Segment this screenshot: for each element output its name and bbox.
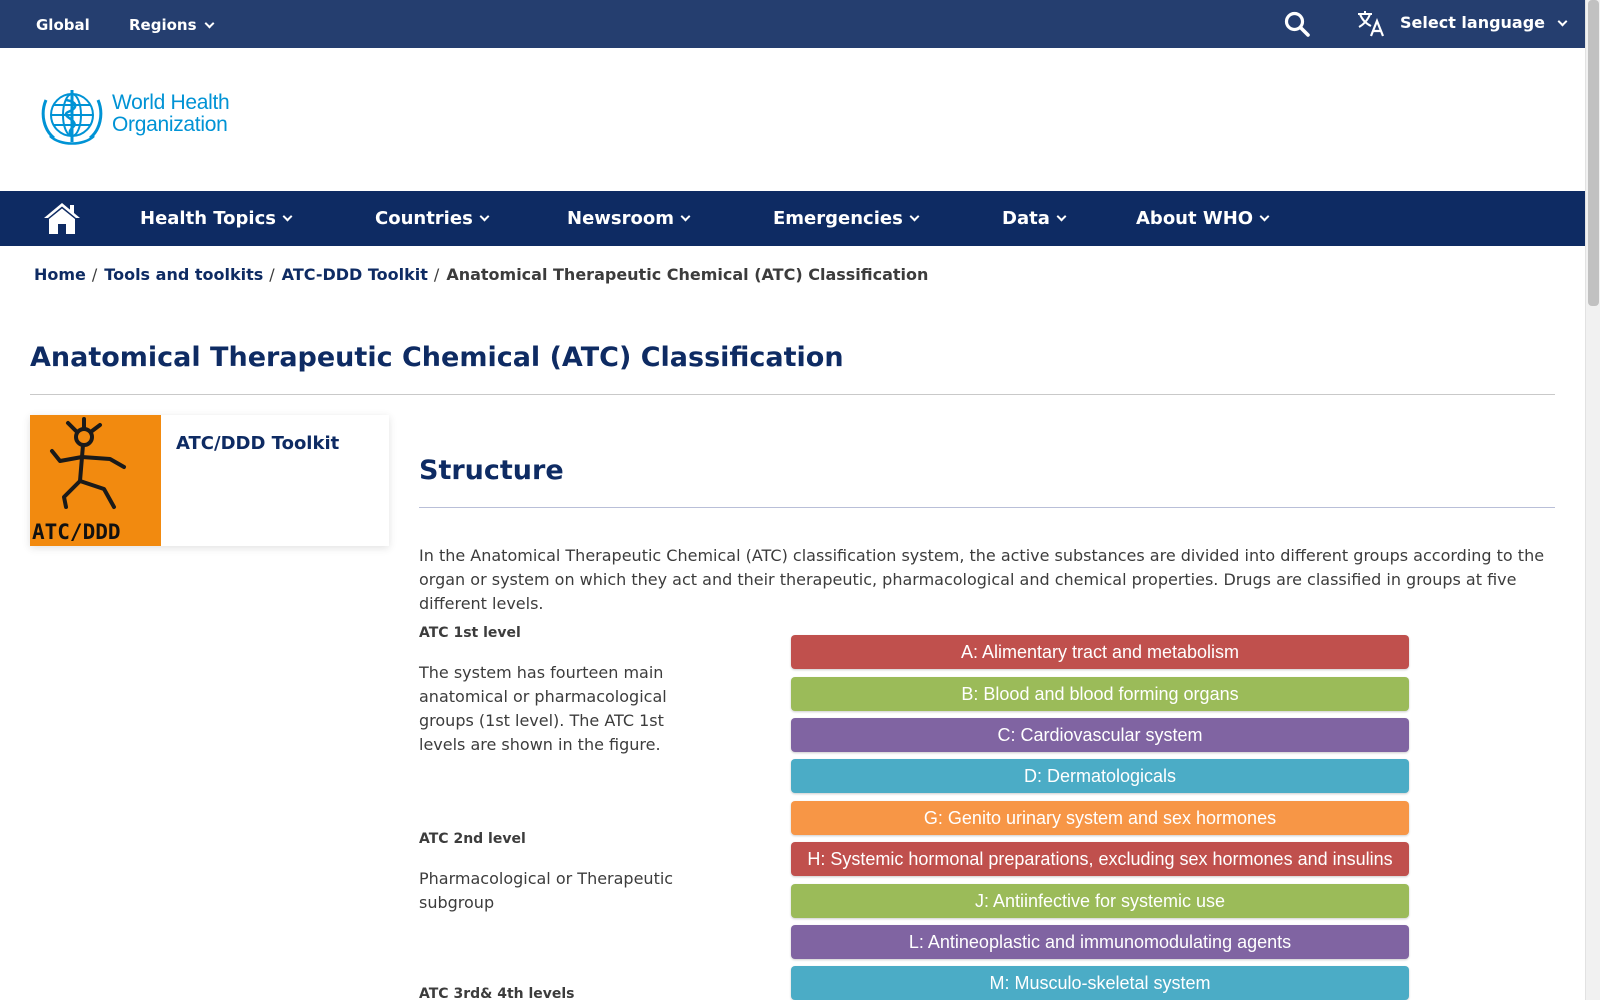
scrollbar-thumb[interactable]: [1588, 0, 1599, 306]
nav-label: Health Topics: [140, 208, 276, 229]
chevron-down-icon: [1056, 211, 1067, 222]
who-logo-text: World Health Organization: [112, 91, 230, 136]
nav-label: Countries: [375, 208, 473, 229]
breadcrumb: Home / Tools and toolkits / ATC-DDD Toolkit /…: [34, 265, 928, 284]
nav-label: Newsroom: [567, 208, 674, 229]
atc-group-bar: A: Alimentary tract and metabolism: [791, 635, 1409, 669]
nav-emergencies[interactable]: Emergencies: [773, 208, 920, 229]
atc-group-bar: M: Musculo-skeletal system: [791, 966, 1409, 1000]
chevron-down-icon: [680, 211, 691, 222]
level-heading: ATC 2nd level: [419, 831, 526, 847]
chevron-down-icon: [909, 211, 920, 222]
nav-countries[interactable]: Countries: [375, 208, 490, 229]
logo-line-2: Organization: [112, 113, 228, 136]
nav-newsroom[interactable]: Newsroom: [567, 208, 691, 229]
who-emblem-icon: [41, 90, 103, 145]
divider: [30, 394, 1555, 395]
divider: [419, 507, 1555, 508]
home-icon[interactable]: [43, 201, 81, 235]
atc-group-bar: H: Systemic hormonal preparations, exclu…: [791, 842, 1409, 876]
toolkit-card[interactable]: ATC/DDD ATC/DDD Toolkit: [30, 415, 389, 546]
chevron-down-icon: [1259, 211, 1270, 222]
chevron-down-icon: [479, 211, 490, 222]
who-logo[interactable]: World Health Organization: [38, 86, 238, 148]
atc-group-bar: G: Genito urinary system and sex hormone…: [791, 801, 1409, 835]
nav-data[interactable]: Data: [1002, 208, 1067, 229]
card-title[interactable]: ATC/DDD Toolkit: [176, 433, 339, 454]
breadcrumb-separator: /: [433, 265, 440, 284]
regions-label: Regions: [129, 16, 197, 34]
breadcrumb-home[interactable]: Home: [34, 265, 86, 284]
atc-ddd-toolkit-image: ATC/DDD: [30, 415, 161, 546]
nav-about-who[interactable]: About WHO: [1136, 208, 1270, 229]
breadcrumb-separator: /: [91, 265, 98, 284]
chevron-down-icon: [204, 18, 214, 29]
atc-group-bar: D: Dermatologicals: [791, 759, 1409, 793]
atc-group-bar: J: Antiinfective for systemic use: [791, 884, 1409, 918]
nav-label: Data: [1002, 208, 1050, 229]
breadcrumb-separator: /: [269, 265, 275, 284]
breadcrumb-tools[interactable]: Tools and toolkits: [104, 265, 263, 284]
nav-label: About WHO: [1136, 208, 1254, 229]
select-language-label: Select language: [1400, 13, 1546, 32]
logo-line-1: World Health: [112, 91, 230, 114]
top-utility-bar: Global Regions Select language: [0, 0, 1585, 48]
atc-group-bar: B: Blood and blood forming organs: [791, 677, 1409, 711]
intro-paragraph: In the Anatomical Therapeutic Chemical (…: [419, 546, 1545, 613]
search-icon[interactable]: [1283, 10, 1311, 38]
regions-dropdown[interactable]: Regions: [129, 16, 214, 34]
main-navigation: Health Topics Countries Newsroom Emergen…: [0, 191, 1585, 246]
nav-health-topics[interactable]: Health Topics: [140, 208, 293, 229]
global-link[interactable]: Global: [36, 16, 90, 34]
atc-group-bar: L: Antineoplastic and immunomodulating a…: [791, 925, 1409, 959]
level-description: The system has fourteen main anatomical …: [419, 663, 667, 754]
level-heading: ATC 3rd& 4th levels: [419, 986, 575, 1000]
level-heading: ATC 1st level: [419, 625, 521, 641]
card-image-label: ATC/DDD: [32, 520, 121, 544]
section-title: Structure: [419, 455, 564, 486]
nav-label: Emergencies: [773, 208, 903, 229]
language-selector[interactable]: Select language: [1400, 13, 1568, 32]
chevron-down-icon: [1557, 16, 1568, 27]
breadcrumb-toolkit[interactable]: ATC-DDD Toolkit: [282, 265, 428, 284]
atc-group-bar: C: Cardiovascular system: [791, 718, 1409, 752]
level-description: Pharmacological or Therapeutic subgroup: [419, 869, 674, 912]
page-title: Anatomical Therapeutic Chemical (ATC) Cl…: [30, 342, 844, 373]
translate-icon[interactable]: [1356, 8, 1386, 38]
page-scrollbar[interactable]: [1585, 0, 1600, 1000]
chevron-down-icon: [282, 211, 293, 222]
breadcrumb-current: Anatomical Therapeutic Chemical (ATC) Cl…: [446, 265, 929, 284]
